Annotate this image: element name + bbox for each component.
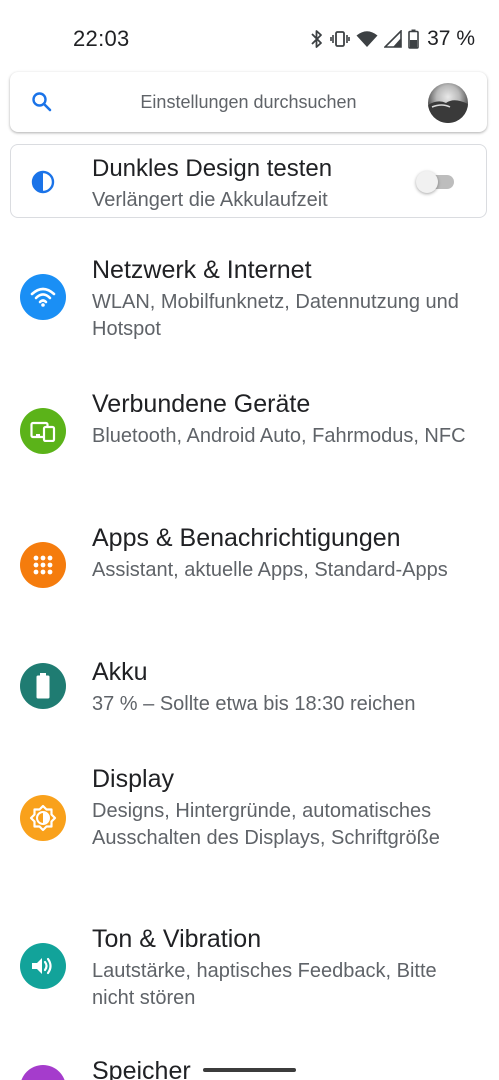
avatar[interactable] bbox=[428, 83, 468, 123]
item-title: Ton & Vibration bbox=[92, 925, 262, 953]
wifi-status-icon bbox=[356, 30, 378, 48]
item-subtitle: WLAN, Mobilfunknetz, Datennutzung und Ho… bbox=[92, 291, 459, 340]
item-subtitle: Lautstärke, haptisches Feedback, Bitte n… bbox=[92, 960, 437, 1009]
wifi-icon bbox=[20, 274, 66, 320]
item-title: Verbundene Geräte bbox=[92, 390, 311, 418]
search-input[interactable]: Einstellungen durchsuchen bbox=[10, 92, 487, 113]
battery-status-icon bbox=[408, 29, 419, 49]
item-title: Display bbox=[92, 765, 174, 793]
devices-icon bbox=[20, 408, 66, 454]
dark-theme-title: Dunkles Design testen bbox=[92, 155, 333, 182]
gesture-nav-handle[interactable] bbox=[203, 1068, 296, 1072]
item-title: Speicher bbox=[92, 1057, 191, 1080]
settings-item-connected-devices[interactable]: Verbundene Geräte Bluetooth, Android Aut… bbox=[0, 390, 499, 490]
search-bar[interactable]: Einstellungen durchsuchen bbox=[10, 72, 487, 132]
vibrate-icon bbox=[330, 29, 350, 49]
bluetooth-icon bbox=[310, 29, 324, 49]
status-icons: 37 % bbox=[310, 26, 475, 52]
settings-item-display[interactable]: Display Designs, Hintergründe, automatis… bbox=[0, 765, 499, 885]
item-title: Akku bbox=[92, 658, 148, 686]
item-title: Netzwerk & Internet bbox=[92, 256, 312, 284]
item-subtitle: Designs, Hintergründe, automatisches Aus… bbox=[92, 800, 440, 849]
battery-icon bbox=[20, 663, 66, 709]
contrast-icon bbox=[31, 170, 55, 199]
settings-item-sound[interactable]: Ton & Vibration Lautstärke, haptisches F… bbox=[0, 925, 499, 1025]
settings-item-network[interactable]: Netzwerk & Internet WLAN, Mobilfunknetz,… bbox=[0, 256, 499, 356]
dark-theme-subtitle: Verlängert die Akkulaufzeit bbox=[92, 189, 328, 211]
item-subtitle: Bluetooth, Android Auto, Fahrmodus, NFC bbox=[92, 425, 466, 447]
item-title: Apps & Benachrichtigungen bbox=[92, 524, 401, 552]
status-time: 22:03 bbox=[73, 26, 130, 51]
dark-theme-card[interactable]: Dunkles Design testen Verlängert die Akk… bbox=[10, 144, 487, 218]
volume-icon bbox=[20, 943, 66, 989]
dark-theme-toggle[interactable] bbox=[416, 171, 454, 193]
brightness-icon bbox=[20, 795, 66, 841]
item-subtitle: 37 % – Sollte etwa bis 18:30 reichen bbox=[92, 693, 416, 715]
status-bar: 22:03 37 % bbox=[0, 0, 499, 76]
toggle-thumb bbox=[416, 171, 438, 193]
item-subtitle: Assistant, aktuelle Apps, Standard-Apps bbox=[92, 559, 448, 581]
apps-grid-icon bbox=[20, 542, 66, 588]
settings-item-battery[interactable]: Akku 37 % – Sollte etwa bis 18:30 reiche… bbox=[0, 658, 499, 728]
settings-item-apps[interactable]: Apps & Benachrichtigungen Assistant, akt… bbox=[0, 524, 499, 624]
battery-percent: 37 % bbox=[427, 27, 475, 50]
storage-icon bbox=[20, 1065, 66, 1080]
cell-signal-icon bbox=[384, 30, 402, 48]
